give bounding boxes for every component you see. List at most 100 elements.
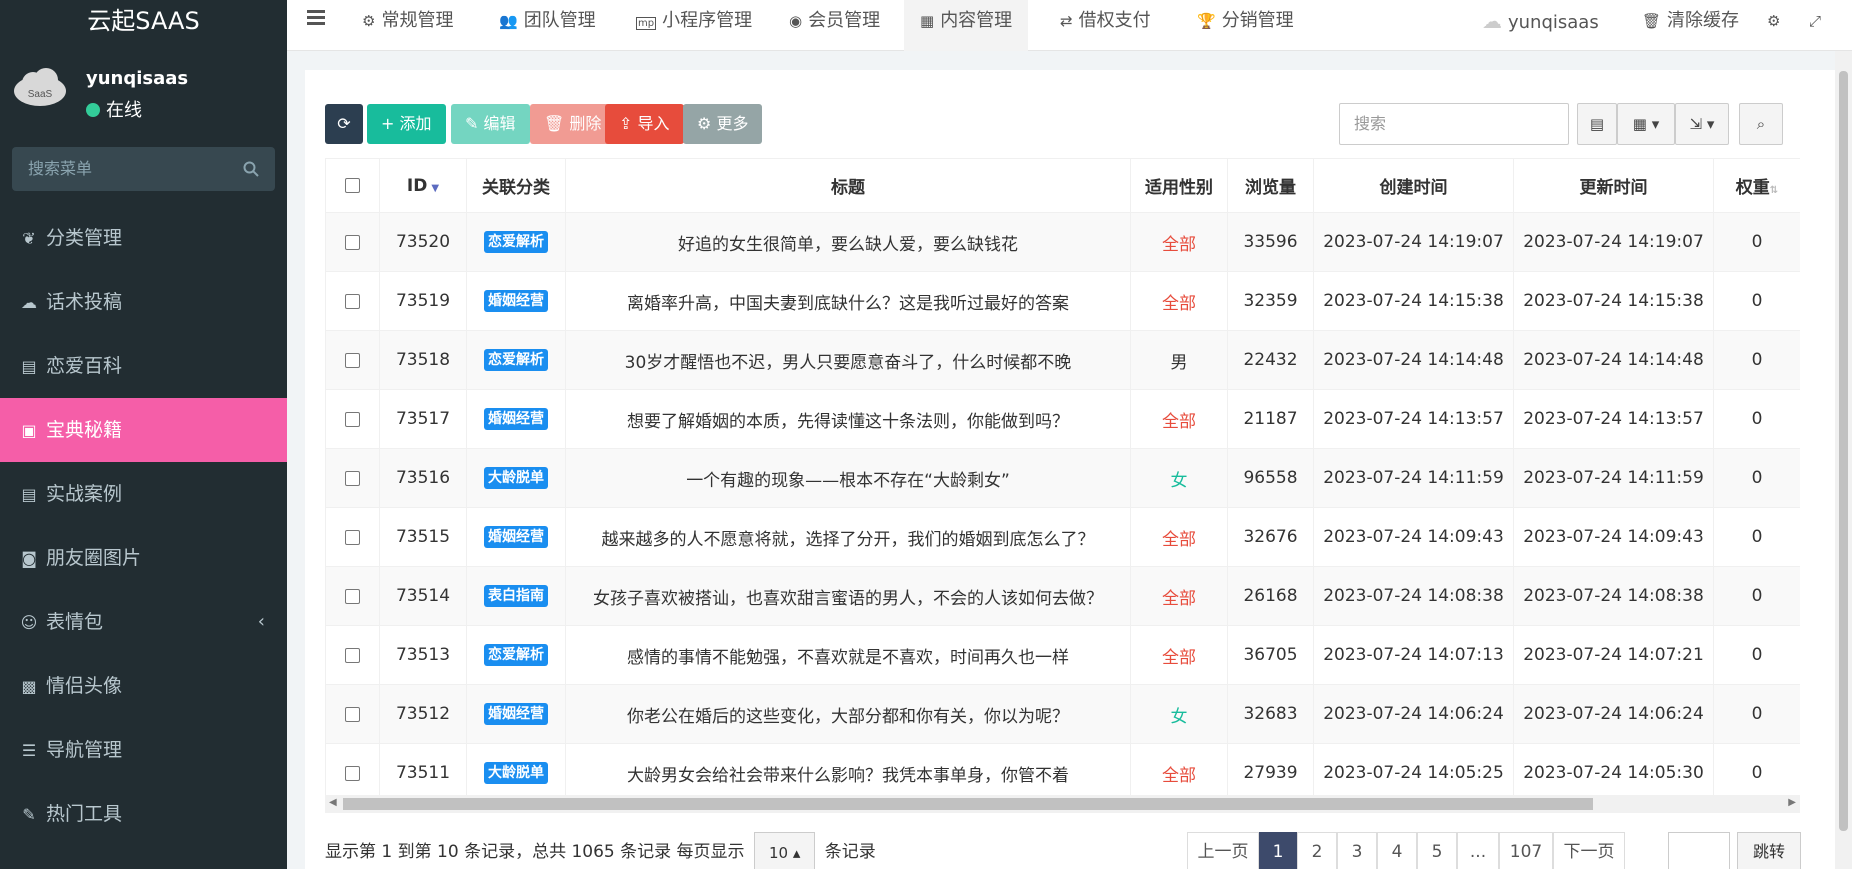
nav-members[interactable]: ◉ 会员管理 [789,0,880,51]
table-row[interactable]: 73518 恋爱解析 30岁才醒悟也不迟，男人只要愿意奋斗了，什么时候都不晚男 224… [325,330,1800,390]
toggle-view-button[interactable]: ▤ [1577,103,1617,145]
menu-toggle-icon[interactable] [307,10,325,26]
pagination-info-suffix: 条记录 [824,842,876,862]
page-vertical-scrollbar[interactable] [1835,51,1852,869]
page-size-select[interactable]: 10 ▴ [753,832,816,869]
row-checkbox[interactable] [345,234,360,250]
table-row[interactable]: 73515 婚姻经营 越来越多的人不愿意将就，选择了分开，我们的婚姻到底怎么了？ 全部… [325,507,1800,567]
row-select-cell [325,212,380,272]
nav-team[interactable]: 👥 团队管理 [499,0,596,51]
sidebar-item-hot-tools[interactable]: ✎ 热门工具 [0,782,287,846]
nav-distribution[interactable]: 🏆 分销管理 [1197,0,1294,51]
refresh-icon: ⟳ [337,114,351,133]
table-row[interactable]: 73512 婚姻经营 你老公在婚后的这些变化，大部分都和你有关，你以为呢？女 3268… [325,684,1800,744]
col-header-weight[interactable]: 权重⇅ [1713,158,1800,213]
clear-cache-button[interactable]: 🗑 清除缓存 [1642,0,1739,51]
page-number: 107 [1509,842,1543,862]
cell-gender: 全部 [1130,271,1228,331]
page-number: 4 [1391,842,1403,862]
page-number: 3 [1351,842,1363,862]
row-checkbox[interactable] [345,588,360,604]
more-button[interactable]: ⚙ 更多 [683,104,763,144]
refresh-button[interactable]: ⟳ [325,104,363,144]
sidebar-item-cases[interactable]: ▤ 实战案例 [0,462,287,526]
row-checkbox[interactable] [345,411,360,427]
sidebar-item-label: 分类管理 [46,227,123,249]
sidebar-item-script-submit[interactable]: ☁ 话术投稿 [0,270,287,334]
page-button-1[interactable]: 1 [1259,832,1297,869]
page-number: 5 [1431,842,1443,862]
nav-user[interactable]: ☁ yunqisaas [1482,0,1599,51]
clear-cache-label: 清除缓存 [1667,10,1740,31]
prev-page-button[interactable]: 上一页 [1187,832,1259,869]
table-row[interactable]: 73516 大龄脱单 一个有趣的现象——根本不存在“大龄剩女” 女 96558 2023-… [325,448,1800,508]
table-row[interactable]: 73520 恋爱解析 好追的女生很简单，要么缺人爱，要么缺钱花 全部 33596 2023… [325,212,1800,272]
row-select-cell [325,684,380,744]
grid-icon: ▦ ▾ [1632,115,1660,133]
row-checkbox[interactable] [345,647,360,663]
import-button[interactable]: ⇪ 导入 [605,104,684,144]
scroll-left-icon[interactable]: ◀ [329,797,337,808]
row-checkbox[interactable] [345,765,360,781]
cell-views: 33596 [1227,212,1314,272]
export-button[interactable]: ⇲ ▾ [1675,103,1729,145]
search-button[interactable]: ⌕ [1739,103,1783,145]
page-button-4[interactable]: 4 [1377,832,1417,869]
category-badge: 婚姻经营 [484,290,548,312]
cell-gender: 男 [1130,330,1228,390]
page-button-5[interactable]: 5 [1417,832,1457,869]
sidebar-item-stickers[interactable]: ☺ 表情包 ‹ [0,590,287,654]
page-button-last[interactable]: 107 [1499,832,1553,869]
row-checkbox[interactable] [345,529,360,545]
table-row[interactable]: 73514 表白指南 女孩子喜欢被搭讪，也喜欢甜言蜜语的男人，不会的人该如何去做？全… [325,566,1800,626]
add-button[interactable]: + 添加 [367,104,446,144]
col-header-gender: 适用性别 [1130,158,1228,213]
row-checkbox[interactable] [345,470,360,486]
table-row[interactable]: 73513 恋爱解析 感情的事情不能勉强，不喜欢就是不喜欢，时间再久也一样 全部 367… [325,625,1800,685]
jump-button[interactable]: 跳转 [1737,832,1801,869]
nav-miniprogram[interactable]: mp 小程序管理 [636,0,752,51]
nav-payment[interactable]: ⇄ 借权支付 [1060,0,1151,51]
sidebar-search-input[interactable]: 搜索菜单 [12,147,275,191]
page-scrollbar-thumb[interactable] [1839,71,1848,831]
sidebar-item-secrets[interactable]: ▣ 宝典秘籍 [0,398,287,462]
horizontal-scrollbar[interactable]: ◀ ▶ [325,795,1800,813]
next-page-button[interactable]: 下一页 [1553,832,1625,869]
table-row[interactable]: 73519 婚姻经营 离婚率升高，中国夫妻到底缺什么？这是我听过最好的答案 全部 323… [325,271,1800,331]
header-label: ID [406,175,428,196]
sidebar-item-love-wiki[interactable]: ▤ 恋爱百科 [0,334,287,398]
table-search-input[interactable]: 搜索 [1339,103,1569,145]
col-header-id[interactable]: ID ▼ [379,158,467,213]
row-checkbox[interactable] [345,293,360,309]
sidebar-menu: ❦ 分类管理 ☁ 话术投稿 ▤ 恋爱百科 ▣ 宝典秘籍 ▤ 实战案例 ◙ 朋友圈图片 ☺ 表情… [0,206,287,846]
table-row[interactable]: 73511 大龄脱单 大龄男女会给社会带来什么影响？我凭本事单身，你管不着 全部 279… [325,743,1800,803]
page-button-3[interactable]: 3 [1337,832,1377,869]
jump-page-input[interactable] [1668,832,1730,869]
app-logo[interactable]: 云起SAAS [0,0,287,42]
page-size-value: 10 [768,844,789,862]
prev-label: 上一页 [1197,842,1249,862]
delete-button[interactable]: 🗑 删除 [530,104,616,144]
edit-button[interactable]: ✎ 编辑 [451,104,530,144]
sidebar-item-couple-avatars[interactable]: ▩ 情侣头像 [0,654,287,718]
sidebar-item-navigation[interactable]: ☰ 导航管理 [0,718,287,782]
cogs-icon: ⚙ [1767,12,1781,30]
nav-label: 团队管理 [523,10,596,31]
sidebar-item-moments-images[interactable]: ◙ 朋友圈图片 [0,526,287,590]
row-checkbox[interactable] [345,706,360,722]
row-checkbox[interactable] [345,352,360,368]
settings-button[interactable]: ⚙ [1767,0,1786,51]
scroll-right-icon[interactable]: ▶ [1788,797,1796,808]
nav-general[interactable]: ⚙ 常规管理 [362,0,453,51]
mp-icon: mp [636,17,657,30]
fullscreen-button[interactable]: ⤢ [1809,0,1827,51]
columns-button[interactable]: ▦ ▾ [1617,103,1675,145]
scrollbar-thumb[interactable] [343,798,1593,810]
table-row[interactable]: 73517 婚姻经营 想要了解婚姻的本质，先得读懂这十条法则，你能做到吗？ 全部 211… [325,389,1800,449]
nav-content[interactable]: ▦ 内容管理 [904,0,1029,51]
cell-weight: 0 [1713,212,1800,272]
page-button-2[interactable]: 2 [1297,832,1337,869]
sidebar-item-category[interactable]: ❦ 分类管理 [0,206,287,270]
chevron-left-icon[interactable]: ‹ [258,590,265,654]
select-all-checkbox[interactable] [345,178,360,193]
